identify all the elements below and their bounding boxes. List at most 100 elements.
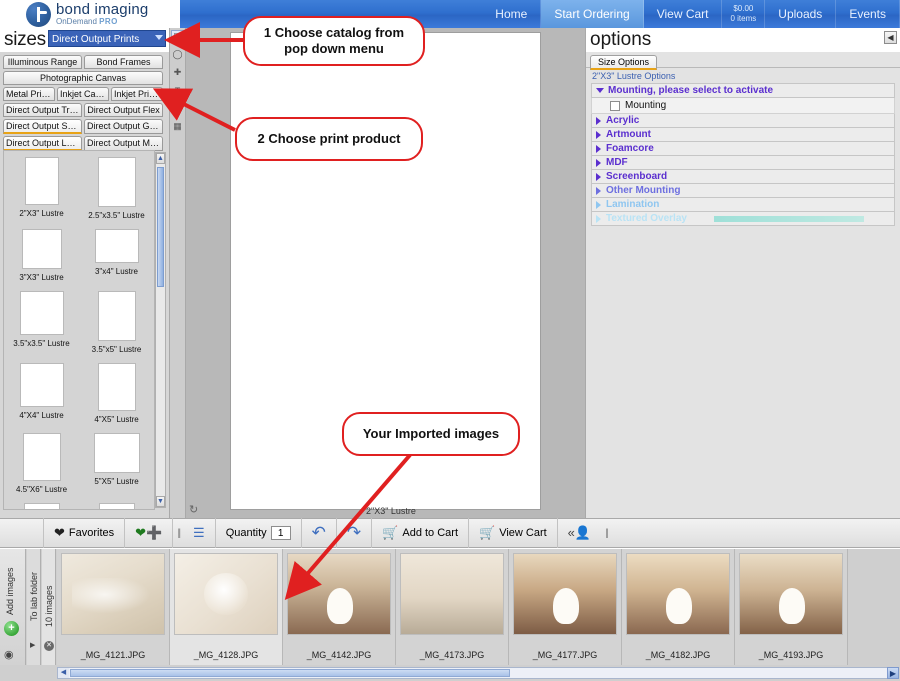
option-group-mounting[interactable]: Mounting, please select to activate — [591, 83, 895, 98]
size-option-label: 2"X3" Lustre — [19, 209, 63, 218]
size-option[interactable]: 3"X3" Lustre — [4, 229, 79, 282]
layout-tool-icon[interactable]: ▦ — [171, 120, 184, 133]
undo-button[interactable]: ↶ — [302, 518, 337, 548]
thumbnail-filename: _MG_4142.JPG — [307, 650, 372, 660]
size-option-label: 4"X4" Lustre — [19, 411, 63, 420]
grid-tool-icon[interactable]: ▦ — [171, 102, 184, 115]
mounting-checkbox[interactable] — [610, 101, 620, 111]
nav-item-events[interactable]: Events — [836, 0, 900, 28]
add-favorite-button[interactable]: ❤➕ — [125, 518, 173, 548]
option-item-foamcore[interactable]: Foamcore — [591, 142, 895, 156]
favorites-button[interactable]: ❤ Favorites — [44, 518, 125, 548]
redo-button[interactable]: ↷ — [337, 518, 372, 548]
close-icon[interactable]: ✕ — [44, 641, 54, 651]
option-item-other-mounting[interactable]: Other Mounting — [591, 184, 895, 198]
product-tab-photographic-canvas[interactable]: Photographic Canvas — [3, 71, 163, 85]
photo-art — [401, 554, 503, 634]
size-option[interactable]: 2"X3" Lustre — [4, 157, 79, 220]
product-tab-direct-output-metallic[interactable]: Direct Output Metallic — [84, 136, 163, 151]
options-panel-title: options — [586, 28, 900, 52]
transfer-icon[interactable]: ◉ — [4, 648, 14, 661]
product-tab-inkjet-prints[interactable]: Inkjet Prints — [111, 87, 163, 101]
product-tab-metal-prints[interactable]: Metal Prints — [3, 87, 55, 101]
option-row-mounting-checkbox[interactable]: Mounting — [591, 98, 895, 114]
size-option[interactable] — [4, 503, 79, 510]
move-tool-icon[interactable]: ✚ — [171, 66, 184, 79]
add-to-cart-button[interactable]: 🛒 Add to Cart — [372, 518, 469, 548]
product-tab-inkjet-canvas[interactable]: Inkjet Canvas — [57, 87, 109, 101]
product-tab-direct-output-lustre[interactable]: Direct Output Lustre — [3, 136, 82, 151]
option-group-mounting-label: Mounting, please select to activate — [608, 85, 773, 96]
option-item-lamination[interactable]: Lamination — [591, 198, 895, 212]
crop-tool-icon[interactable]: ▣ — [171, 30, 184, 43]
thumbnail-filename: _MG_4193.JPG — [759, 650, 824, 660]
filmstrip-thumbnail[interactable]: _MG_4142.JPG — [283, 549, 396, 665]
product-tab-illuminous-range[interactable]: Illuminous Range — [3, 55, 82, 69]
product-tab-direct-output-sheen[interactable]: Direct Output Sheen — [3, 119, 82, 134]
size-option[interactable]: 4.5"X6" Lustre — [4, 433, 79, 494]
add-images-button[interactable]: + — [4, 621, 19, 636]
size-list-scrollbar[interactable]: ▲ ▼ — [155, 152, 166, 508]
scroll-right-icon[interactable]: ▶ — [887, 667, 899, 679]
size-option[interactable]: 4"X5" Lustre — [79, 363, 154, 424]
scrollbar-thumb[interactable] — [157, 167, 164, 287]
nav-item-home[interactable]: Home — [482, 0, 541, 28]
product-tab-direct-output-true-bw[interactable]: Direct Output True B&W — [3, 103, 82, 117]
filmstrip-thumbnail[interactable]: _MG_4177.JPG — [509, 549, 622, 665]
expand-folder-icon[interactable]: ▶ — [30, 641, 35, 649]
option-item-mdf[interactable]: MDF — [591, 156, 895, 170]
cart-summary[interactable]: $0.00 0 items — [722, 0, 765, 28]
size-option-label: 2.5"x3.5" Lustre — [88, 211, 144, 220]
product-tab-bond-frames[interactable]: Bond Frames — [84, 55, 163, 69]
product-tab-direct-output-gloss[interactable]: Direct Output Gloss — [84, 119, 163, 134]
account-button[interactable]: «👤 — [558, 518, 601, 548]
filmstrip-scrollbar[interactable]: ◀ — [57, 667, 888, 679]
scroll-left-icon[interactable]: ◀ — [58, 668, 69, 678]
option-item-acrylic[interactable]: Acrylic — [591, 114, 895, 128]
option-item-artmount[interactable]: Artmount — [591, 128, 895, 142]
size-option[interactable]: 3.5"x5" Lustre — [79, 291, 154, 354]
rotate-tool-icon[interactable]: ◯ — [171, 48, 184, 61]
nav-item-start-ordering[interactable]: Start Ordering — [541, 0, 643, 28]
toolbar-grip-right[interactable]: ||| — [601, 528, 611, 539]
tab-size-options[interactable]: Size Options — [590, 55, 657, 70]
filmstrip-thumbnail[interactable]: _MG_4193.JPG — [735, 549, 848, 665]
filmstrip-scrollbar-thumb[interactable] — [70, 669, 510, 677]
filmstrip-thumbnail[interactable]: _MG_4182.JPG — [622, 549, 735, 665]
view-cart-button[interactable]: 🛒 View Cart — [469, 518, 558, 548]
collapse-panel-icon[interactable]: ◀ — [884, 31, 897, 44]
toolbar-grip[interactable]: ||| — [173, 528, 183, 539]
product-tab-direct-output-flex[interactable]: Direct Output Flex — [84, 103, 163, 117]
thumbnail-filename: _MG_4121.JPG — [81, 650, 146, 660]
text-tool-icon[interactable]: T — [171, 84, 184, 97]
option-item-textured-overlay[interactable]: Textured Overlay — [591, 212, 895, 226]
catalog-dropdown[interactable]: Direct Output Prints — [48, 30, 166, 47]
nav-item-uploads[interactable]: Uploads — [765, 0, 836, 28]
size-option[interactable] — [79, 503, 154, 510]
size-option[interactable]: 4"X4" Lustre — [4, 363, 79, 424]
brand-logo-zone: bond imaging OnDemand PRO — [0, 0, 180, 28]
thumbnail-image — [626, 553, 730, 635]
size-list[interactable]: 2"X3" Lustre 2.5"x3.5" Lustre 3"X3" Lustre… — [3, 150, 155, 510]
filmstrip-thumbnail[interactable]: _MG_4121.JPG — [57, 549, 170, 665]
size-option[interactable]: 2.5"x3.5" Lustre — [79, 157, 154, 220]
scroll-up-icon[interactable]: ▲ — [156, 153, 165, 164]
option-item-screenboard[interactable]: Screenboard — [591, 170, 895, 184]
nav-item-view-cart[interactable]: View Cart — [644, 0, 723, 28]
size-option[interactable]: 3.5"x3.5" Lustre — [4, 291, 79, 354]
size-thumbnail — [25, 157, 59, 205]
quantity-group[interactable]: Quantity — [216, 518, 302, 548]
thumbnail-image — [287, 553, 391, 635]
layers-button[interactable]: ☰ — [183, 518, 216, 548]
toolbar-spacer — [0, 518, 44, 548]
size-option[interactable]: 5"X5" Lustre — [79, 433, 154, 494]
heart-icon: ❤ — [54, 525, 65, 541]
size-option[interactable]: 3"x4" Lustre — [79, 229, 154, 282]
filmstrip-thumbnail[interactable]: _MG_4128.JPG — [170, 549, 283, 665]
quantity-input[interactable] — [271, 526, 291, 540]
refresh-icon[interactable]: ↻ — [189, 503, 198, 516]
scroll-down-icon[interactable]: ▼ — [156, 496, 165, 507]
filmstrip-thumbnail[interactable]: _MG_4173.JPG — [396, 549, 509, 665]
thumbnail-filename: _MG_4173.JPG — [420, 650, 485, 660]
chevron-down-icon — [596, 88, 604, 93]
